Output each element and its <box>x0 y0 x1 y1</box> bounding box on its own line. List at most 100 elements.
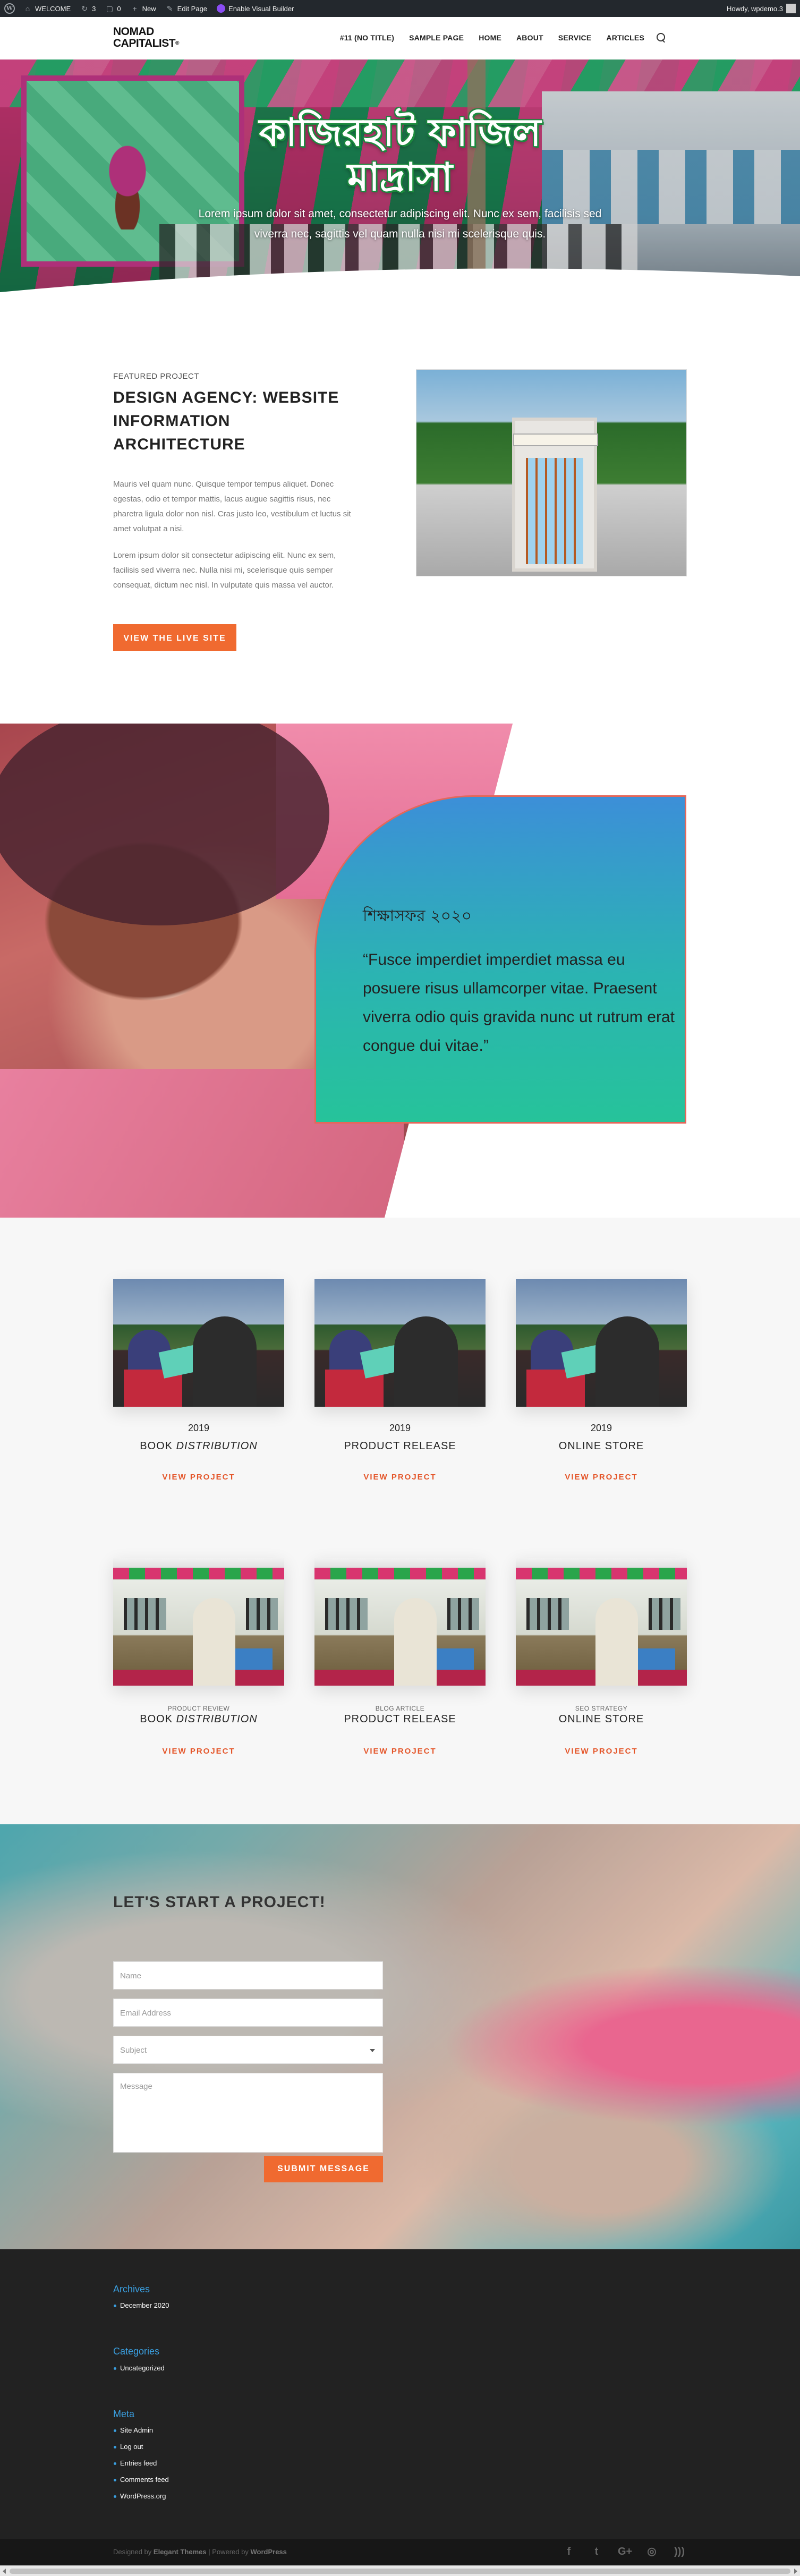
adminbar-comments[interactable]: ▢ 0 <box>105 4 121 13</box>
featured-paragraph: Lorem ipsum dolor sit consectetur adipis… <box>113 551 336 590</box>
project-title: BOOK DISTRIBUTION <box>140 1440 258 1452</box>
adminbar-updates[interactable]: ↻ 3 <box>80 4 96 13</box>
chevron-down-icon <box>370 2049 375 2052</box>
scroll-left-icon[interactable] <box>3 2569 6 2574</box>
adminbar-account[interactable]: Howdy, wpdemo.3 <box>727 4 796 13</box>
project-card: SEO STRATEGY ONLINE STORE VIEW PROJECT <box>516 1558 687 1756</box>
project-card: 2019 ONLINE STORE VIEW PROJECT <box>516 1279 687 1482</box>
project-image[interactable] <box>516 1279 687 1407</box>
meta-link[interactable]: Comments feed <box>114 2476 169 2484</box>
view-project-link[interactable]: VIEW PROJECT <box>516 1747 687 1756</box>
meta-link[interactable]: Log out <box>113 2443 143 2451</box>
avatar <box>786 4 796 13</box>
featured-label: FEATURED PROJECT <box>113 372 199 381</box>
view-project-link[interactable]: VIEW PROJECT <box>113 1747 284 1756</box>
featured-title: DESIGN AGENCY: WEBSITE INFORMATION ARCHI… <box>113 389 339 453</box>
project-category: PRODUCT REVIEW <box>167 1705 230 1712</box>
wordpress-logo-icon[interactable]: W <box>4 3 15 14</box>
project-title: PRODUCT RELEASE <box>344 1713 456 1725</box>
main-nav: #11 (NO TITLE) SAMPLE PAGE HOME ABOUT SE… <box>325 33 666 42</box>
scrollbar-thumb[interactable] <box>10 2569 790 2574</box>
category-link[interactable]: Uncategorized <box>114 2364 165 2372</box>
view-project-link[interactable]: VIEW PROJECT <box>516 1473 687 1482</box>
refresh-icon: ↻ <box>81 4 88 13</box>
projects-section: 2019 BOOK DISTRIBUTION VIEW PROJECT 2019… <box>0 1218 800 1824</box>
scroll-right-icon[interactable] <box>794 2569 797 2574</box>
meta-link[interactable]: Entries feed <box>113 2459 157 2467</box>
contact-section: LET'S START A PROJECT! Name Email Addres… <box>0 1824 800 2249</box>
archive-link[interactable]: December 2020 <box>114 2301 169 2309</box>
categories-title: Categories <box>113 2346 160 2357</box>
hero-subtitle: Lorem ipsum dolor sit amet, consectetur … <box>198 208 602 240</box>
submit-message-button[interactable]: SUBMIT MESSAGE <box>264 2156 383 2182</box>
social-links: f t G+ ◎ ))) <box>548 2545 686 2558</box>
project-title: PRODUCT RELEASE <box>344 1440 456 1452</box>
divi-icon <box>217 4 226 13</box>
rss-icon[interactable]: ))) <box>673 2545 686 2558</box>
home-icon: ⌂ <box>25 4 30 13</box>
project-card: 2019 BOOK DISTRIBUTION VIEW PROJECT <box>113 1279 284 1482</box>
adminbar-new[interactable]: + New <box>131 4 156 13</box>
view-project-link[interactable]: VIEW PROJECT <box>314 1473 486 1482</box>
project-title: ONLINE STORE <box>558 1440 644 1452</box>
project-year: 2019 <box>389 1423 411 1433</box>
view-project-link[interactable]: VIEW PROJECT <box>314 1747 486 1756</box>
nav-no-title[interactable]: #11 (NO TITLE) <box>340 33 394 42</box>
email-field[interactable]: Email Address <box>113 1999 383 2027</box>
plus-icon: + <box>132 4 137 13</box>
nav-about[interactable]: ABOUT <box>516 33 543 42</box>
project-title: BOOK DISTRIBUTION <box>140 1713 258 1725</box>
nav-articles[interactable]: ARTICLES <box>606 33 644 42</box>
footer-widgets: Archives December 2020 Categories Uncate… <box>0 2249 800 2539</box>
meta-title: Meta <box>113 2409 135 2419</box>
project-card: BLOG ARTICLE PRODUCT RELEASE VIEW PROJEC… <box>314 1558 486 1756</box>
elegant-themes-link[interactable]: Elegant Themes <box>154 2548 207 2556</box>
adminbar-site[interactable]: ⌂ WELCOME <box>23 4 71 13</box>
google-plus-icon[interactable]: G+ <box>618 2545 632 2558</box>
hero-divider <box>0 268 800 303</box>
project-image[interactable] <box>314 1558 486 1686</box>
project-image[interactable] <box>113 1558 284 1686</box>
featured-gate-image <box>416 369 687 576</box>
subject-select[interactable]: Subject <box>113 2036 383 2064</box>
view-project-link[interactable]: VIEW PROJECT <box>113 1473 284 1482</box>
wordpress-link[interactable]: WordPress <box>250 2548 286 2556</box>
quote-author: শিক্ষাসফর ২০২০ <box>363 907 472 925</box>
project-image[interactable] <box>314 1279 486 1407</box>
contact-title: LET'S START A PROJECT! <box>113 1893 326 1911</box>
project-image[interactable] <box>113 1279 284 1407</box>
footer-credits: Designed by Elegant Themes | Powered by … <box>113 2548 287 2556</box>
project-year: 2019 <box>590 1423 612 1433</box>
pencil-icon: ✎ <box>166 4 173 13</box>
name-field[interactable]: Name <box>113 1961 383 1990</box>
project-year: 2019 <box>188 1423 210 1433</box>
facebook-icon[interactable]: f <box>563 2545 575 2558</box>
nav-home[interactable]: HOME <box>479 33 501 42</box>
project-card: PRODUCT REVIEW BOOK DISTRIBUTION VIEW PR… <box>113 1558 284 1756</box>
view-live-site-button[interactable]: VIEW THE LIVE SITE <box>113 624 236 651</box>
nav-service[interactable]: SERVICE <box>558 33 592 42</box>
site-header: NOMAD CAPITALIST® #11 (NO TITLE) SAMPLE … <box>0 17 800 59</box>
nav-sample-page[interactable]: SAMPLE PAGE <box>409 33 464 42</box>
hero-title: কাজিরহাট ফাজিল মাদ্রাসা <box>259 110 541 199</box>
project-image[interactable] <box>516 1558 687 1686</box>
message-field[interactable]: Message <box>113 2073 383 2153</box>
site-logo[interactable]: NOMAD CAPITALIST® <box>113 26 198 49</box>
archives-title: Archives <box>113 2284 150 2294</box>
search-icon[interactable] <box>656 33 666 42</box>
meta-link[interactable]: Site Admin <box>113 2426 153 2434</box>
quote-text: “Fusce imperdiet imperdiet massa eu posu… <box>363 951 675 1055</box>
testimonial-section: শিক্ষাসফর ২০২০ “Fusce imperdiet imperdie… <box>0 724 800 1218</box>
meta-link[interactable]: WordPress.org <box>113 2492 166 2500</box>
wp-admin-bar: W ⌂ WELCOME ↻ 3 ▢ 0 + New ✎ Edit Page Enable … <box>0 0 800 17</box>
project-category: BLOG ARTICLE <box>375 1705 425 1712</box>
project-title: ONLINE STORE <box>558 1713 644 1725</box>
footer-bottom-bar: Designed by Elegant Themes | Powered by … <box>0 2539 800 2565</box>
instagram-icon[interactable]: ◎ <box>645 2545 658 2558</box>
project-card: 2019 PRODUCT RELEASE VIEW PROJECT <box>314 1279 486 1482</box>
twitter-icon[interactable]: t <box>590 2545 603 2558</box>
adminbar-visual-builder[interactable]: Enable Visual Builder <box>217 4 294 13</box>
horizontal-scrollbar[interactable] <box>0 2565 800 2576</box>
quote-card: শিক্ষাসফর ২০২০ “Fusce imperdiet imperdie… <box>314 795 686 1124</box>
adminbar-edit-page[interactable]: ✎ Edit Page <box>166 4 207 13</box>
